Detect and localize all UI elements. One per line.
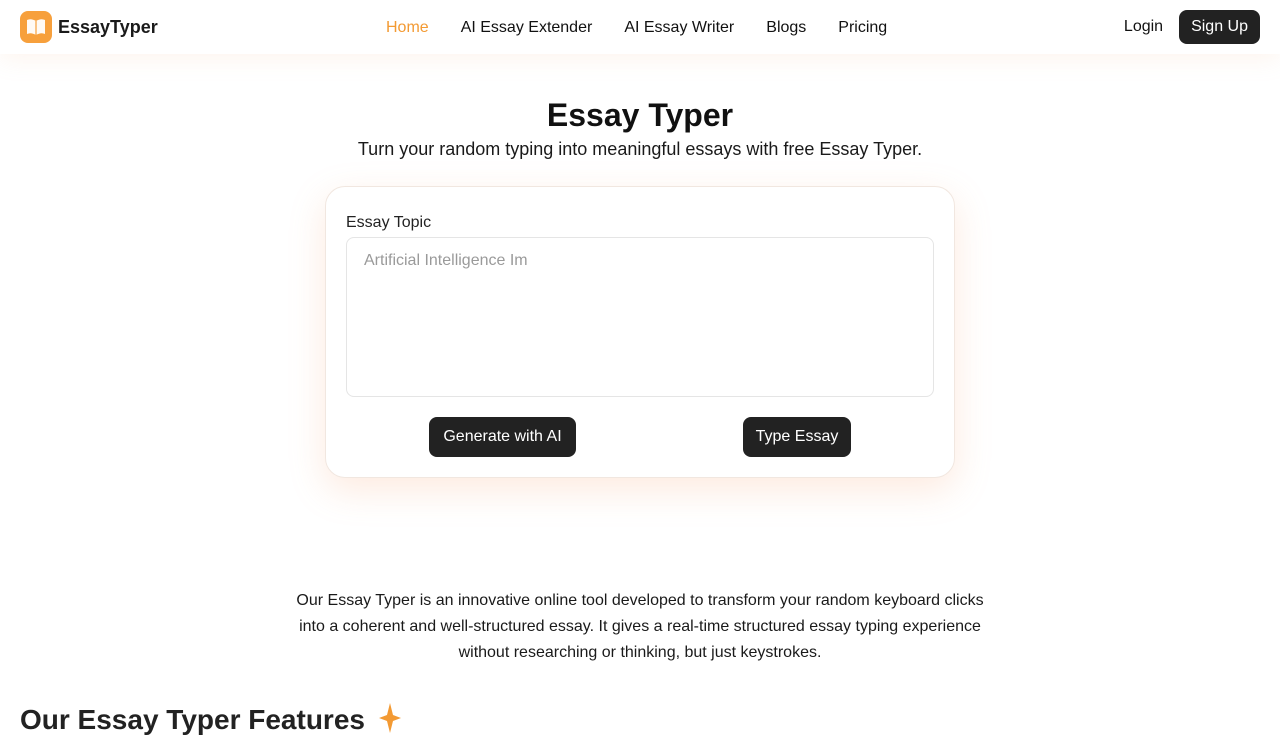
type-essay-button[interactable]: Type Essay [743, 417, 851, 457]
main-nav: Home AI Essay Extender AI Essay Writer B… [386, 17, 887, 39]
book-icon [20, 11, 52, 43]
signup-button[interactable]: Sign Up [1179, 10, 1260, 44]
nav-blogs-link[interactable]: Blogs [766, 18, 806, 38]
tool-description: Our Essay Typer is an innovative online … [296, 592, 984, 661]
nav-home-link[interactable]: Home [386, 18, 429, 38]
auth-actions: Login Sign Up [1124, 10, 1260, 44]
site-header: EssayTyper Home AI Essay Extender AI Ess… [0, 0, 1280, 54]
essay-form-card: Essay Topic Generate with AI Type Essay [325, 186, 955, 478]
features-heading: Our Essay Typer Features [20, 703, 401, 736]
generate-with-ai-button[interactable]: Generate with AI [429, 417, 576, 457]
brand-home-link[interactable]: EssayTyper [20, 11, 158, 43]
nav-ai-essay-extender-link[interactable]: AI Essay Extender [461, 18, 593, 38]
essay-topic-label: Essay Topic [346, 214, 432, 231]
brand-name: EssayTyper [58, 16, 158, 37]
nav-ai-essay-writer-link[interactable]: AI Essay Writer [624, 18, 734, 38]
nav-pricing-link[interactable]: Pricing [838, 18, 887, 38]
page-title: Essay Typer [546, 97, 734, 133]
spark-icon [378, 703, 401, 733]
essay-topic-input[interactable] [346, 237, 934, 397]
features-title: Our Essay Typer Features [20, 704, 365, 735]
page-subtitle: Turn your random typing into meaningful … [357, 139, 923, 159]
login-link[interactable]: Login [1124, 18, 1163, 36]
